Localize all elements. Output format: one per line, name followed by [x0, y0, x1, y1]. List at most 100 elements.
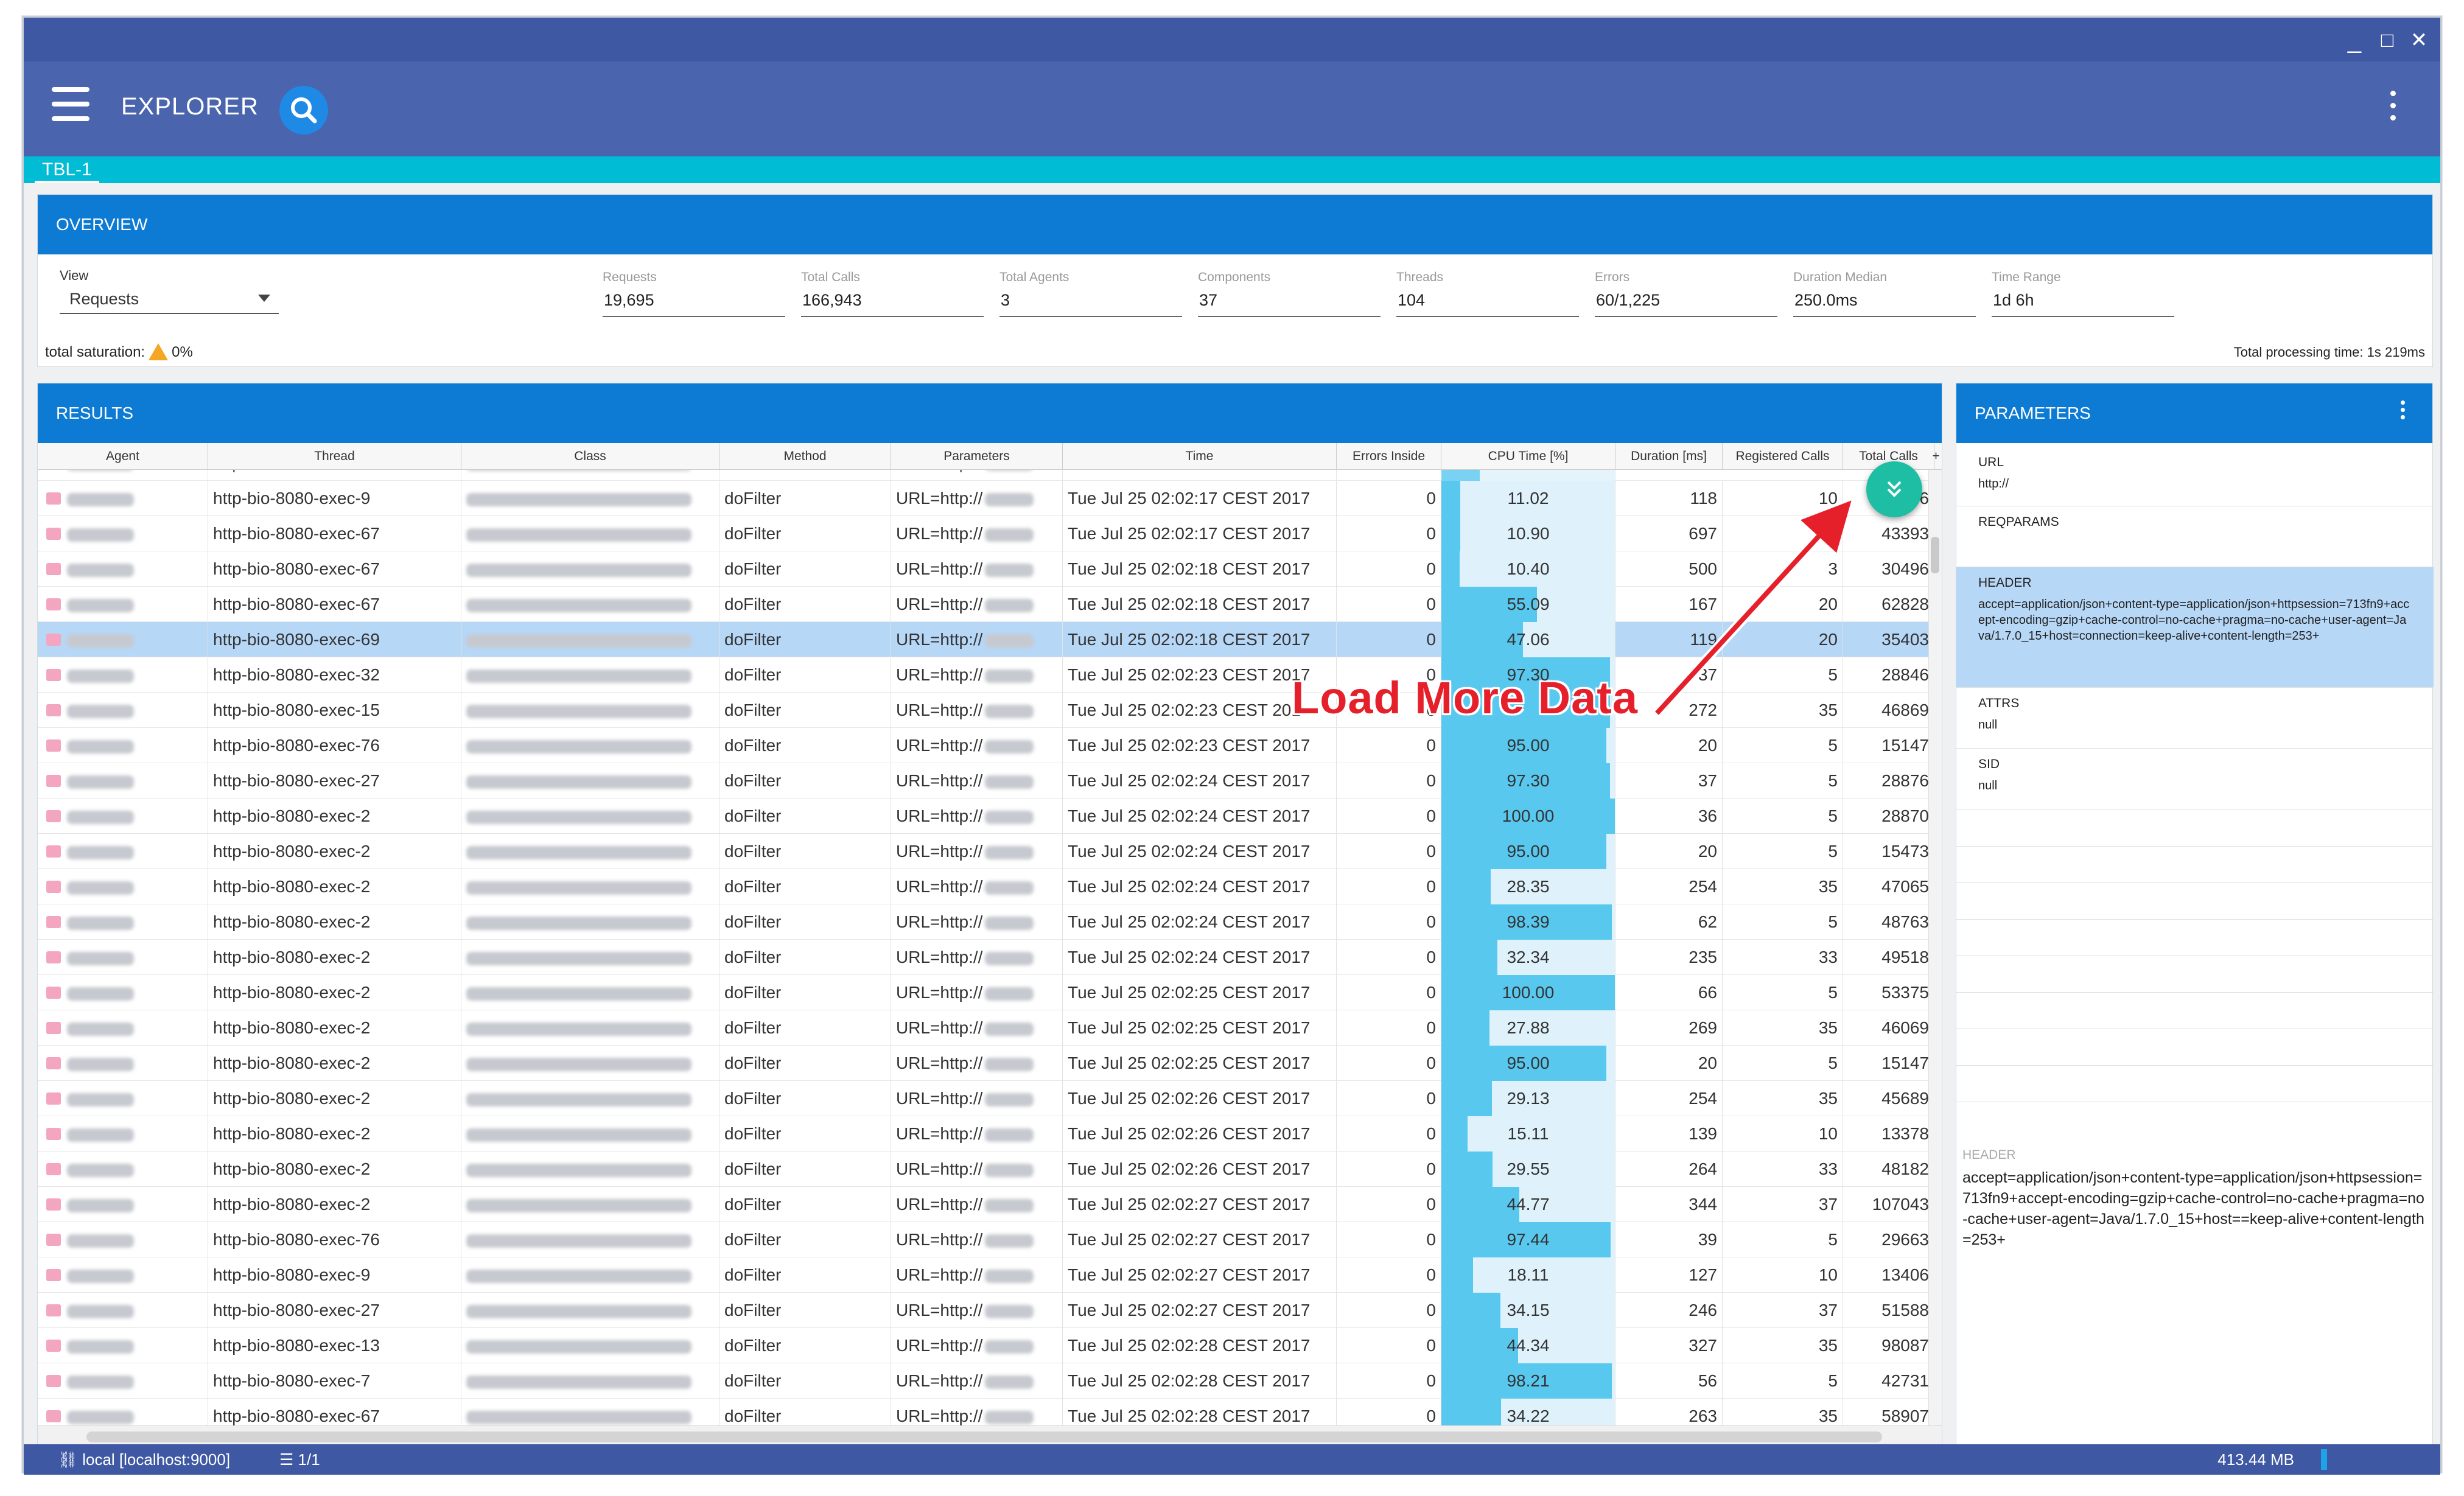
- cell-errors-inside: 0: [1337, 551, 1441, 587]
- column-header-errors-inside[interactable]: Errors Inside: [1337, 443, 1441, 470]
- cell-method: doFilter: [719, 470, 891, 481]
- add-column-icon[interactable]: +: [1930, 443, 1942, 470]
- cell-total-calls: 58907: [1843, 1399, 1930, 1427]
- cell-class: [461, 1399, 719, 1427]
- results-table-body[interactable]: http-bio-8080-exec-27 doFilter URL=http://…: [38, 470, 1930, 1427]
- connection-status[interactable]: ⛓ local [localhost:9000]: [58, 1444, 230, 1475]
- table-row[interactable]: http-bio-8080-exec-27 doFilter URL=http://…: [38, 763, 1930, 799]
- table-row[interactable]: http-bio-8080-exec-2 doFilter URL=http:// T…: [38, 869, 1930, 904]
- cell-agent: [38, 693, 208, 728]
- table-row[interactable]: http-bio-8080-exec-2 doFilter URL=http:// T…: [38, 1081, 1930, 1116]
- param-value: http://: [1978, 477, 2009, 491]
- close-icon[interactable]: ✕: [2405, 26, 2433, 54]
- column-header-method[interactable]: Method: [719, 443, 891, 470]
- view-select[interactable]: Requests: [60, 286, 279, 314]
- params-text: URL=http://: [896, 1265, 983, 1284]
- column-header-duration-ms[interactable]: Duration [ms]: [1615, 443, 1723, 470]
- param-sid[interactable]: SID null: [1956, 749, 2434, 809]
- cpu-value: 100.00: [1502, 806, 1555, 825]
- column-header-registered-calls[interactable]: Registered Calls: [1723, 443, 1843, 470]
- cell-time: Tue Jul 25 02:02:24 CEST 2017: [1063, 940, 1337, 975]
- param-url[interactable]: URL http://: [1956, 447, 2434, 506]
- table-row[interactable]: http-bio-8080-exec-9 doFilter URL=http:// T…: [38, 1257, 1930, 1293]
- table-row[interactable]: http-bio-8080-exec-67 doFilter URL=http://…: [38, 516, 1930, 551]
- cell-class: [461, 834, 719, 869]
- param-header[interactable]: HEADER accept=application/json+content-ty…: [1956, 567, 2434, 688]
- table-row[interactable]: http-bio-8080-exec-76 doFilter URL=http://…: [38, 1222, 1930, 1257]
- screenshot-canvas: _ □ ✕ EXPLORER TBL-1 OVERVIEW View Reque…: [0, 0, 2464, 1496]
- agent-flag-icon: [46, 916, 61, 928]
- table-row[interactable]: http-bio-8080-exec-9 doFilter URL=http:// T…: [38, 481, 1930, 516]
- stat-components: Components 37: [1198, 270, 1381, 317]
- agent-flag-icon: [46, 987, 61, 999]
- cell-class: [461, 728, 719, 763]
- table-row[interactable]: http-bio-8080-exec-2 doFilter URL=http:// T…: [38, 940, 1930, 975]
- table-row[interactable]: http-bio-8080-exec-2 doFilter URL=http:// T…: [38, 834, 1930, 869]
- agent-flag-icon: [46, 528, 61, 540]
- table-row[interactable]: http-bio-8080-exec-2 doFilter URL=http:// T…: [38, 1116, 1930, 1152]
- cell-parameters: URL=http://: [891, 834, 1063, 869]
- cpu-value: 44.34: [1507, 1336, 1550, 1355]
- table-row[interactable]: http-bio-8080-exec-2 doFilter URL=http:// T…: [38, 975, 1930, 1010]
- cell-cpu-time: 44.34: [1441, 1328, 1615, 1363]
- table-row[interactable]: http-bio-8080-exec-2 doFilter URL=http:// T…: [38, 1010, 1930, 1046]
- param-attrs[interactable]: ATTRS null: [1956, 688, 2434, 749]
- param-reqparams[interactable]: REQPARAMS: [1956, 506, 2434, 567]
- tab-tbl-1[interactable]: TBL-1: [35, 156, 99, 183]
- table-row[interactable]: http-bio-8080-exec-76 doFilter URL=http://…: [38, 728, 1930, 763]
- column-header-class[interactable]: Class: [461, 443, 719, 470]
- agent-flag-icon: [46, 669, 61, 681]
- vertical-scrollbar[interactable]: [1928, 470, 1942, 1427]
- agent-flag-icon: [46, 1410, 61, 1422]
- column-header-parameters[interactable]: Parameters: [891, 443, 1063, 470]
- more-vert-icon[interactable]: [2401, 400, 2406, 422]
- search-icon[interactable]: [279, 86, 328, 135]
- hamburger-icon[interactable]: [52, 87, 89, 122]
- maximize-icon[interactable]: □: [2373, 26, 2401, 54]
- param-row-divider: [1956, 992, 2434, 993]
- table-row[interactable]: http-bio-8080-exec-69 doFilter URL=http://…: [38, 622, 1930, 657]
- cell-thread: http-bio-8080-exec-9: [208, 481, 461, 516]
- cell-agent: [38, 1010, 208, 1046]
- params-text: URL=http://: [896, 1018, 983, 1037]
- cell-method: doFilter: [719, 1152, 891, 1187]
- cell-duration: 263: [1615, 1399, 1723, 1427]
- cell-agent: [38, 1116, 208, 1152]
- params-text: URL=http://: [896, 1195, 983, 1214]
- table-row[interactable]: http-bio-8080-exec-27 doFilter URL=http://…: [38, 470, 1930, 481]
- table-row[interactable]: http-bio-8080-exec-7 doFilter URL=http:// T…: [38, 1363, 1930, 1399]
- cell-parameters: URL=http://: [891, 1187, 1063, 1222]
- table-row[interactable]: http-bio-8080-exec-2 doFilter URL=http:// T…: [38, 1187, 1930, 1222]
- load-more-button[interactable]: [1866, 461, 1922, 517]
- table-row[interactable]: http-bio-8080-exec-32 doFilter URL=http://…: [38, 657, 1930, 693]
- table-row[interactable]: http-bio-8080-exec-2 doFilter URL=http:// T…: [38, 1152, 1930, 1187]
- column-header-thread[interactable]: Thread: [208, 443, 461, 470]
- cell-agent: [38, 763, 208, 799]
- cell-class: [461, 1328, 719, 1363]
- minimize-icon[interactable]: _: [2340, 26, 2368, 54]
- table-row[interactable]: http-bio-8080-exec-67 doFilter URL=http://…: [38, 1399, 1930, 1427]
- view-select-value: Requests: [69, 290, 139, 308]
- cell-errors-inside: 0: [1337, 763, 1441, 799]
- table-row[interactable]: http-bio-8080-exec-2 doFilter URL=http:// T…: [38, 904, 1930, 940]
- cell-registered-calls: 5: [1723, 799, 1843, 834]
- table-row[interactable]: http-bio-8080-exec-2 doFilter URL=http:// T…: [38, 799, 1930, 834]
- column-header-agent[interactable]: Agent: [38, 443, 208, 470]
- column-header-time[interactable]: Time: [1063, 443, 1337, 470]
- table-row[interactable]: http-bio-8080-exec-27 doFilter URL=http://…: [38, 1293, 1930, 1328]
- cell-total-calls: 48763: [1843, 904, 1930, 940]
- cell-time: Tue Jul 25 02:02:27 CEST 2017: [1063, 1187, 1337, 1222]
- table-row[interactable]: http-bio-8080-exec-67 doFilter URL=http://…: [38, 587, 1930, 622]
- table-row[interactable]: http-bio-8080-exec-2 doFilter URL=http:// T…: [38, 1046, 1930, 1081]
- cell-agent: [38, 1363, 208, 1399]
- cell-parameters: URL=http://: [891, 1399, 1063, 1427]
- stat-value: 250.0ms: [1793, 288, 1976, 317]
- table-row[interactable]: http-bio-8080-exec-67 doFilter URL=http://…: [38, 551, 1930, 587]
- table-row[interactable]: http-bio-8080-exec-13 doFilter URL=http://…: [38, 1328, 1930, 1363]
- stat-time-range: Time Range 1d 6h: [1992, 270, 2174, 317]
- more-vert-icon[interactable]: [2390, 91, 2398, 127]
- column-header-cpu-time[interactable]: CPU Time [%]: [1441, 443, 1615, 470]
- table-row[interactable]: http-bio-8080-exec-15 doFilter URL=http://…: [38, 693, 1930, 728]
- cell-errors-inside: 0: [1337, 1257, 1441, 1293]
- cell-errors-inside: 0: [1337, 1328, 1441, 1363]
